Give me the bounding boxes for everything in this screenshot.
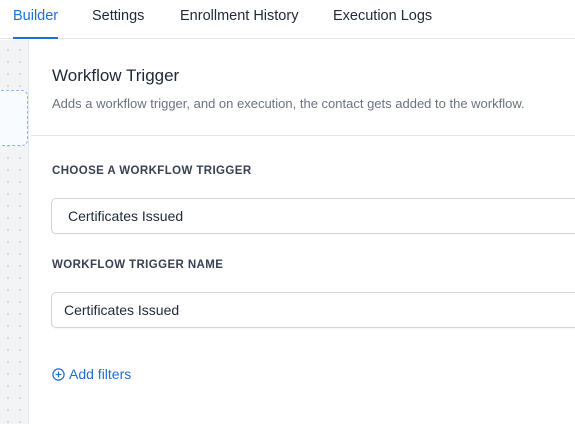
- trigger-name-label: WORKFLOW TRIGGER NAME: [52, 259, 224, 271]
- add-filters-button[interactable]: Add filters: [52, 365, 131, 383]
- workflow-node-selected[interactable]: [0, 90, 28, 146]
- trigger-name-input[interactable]: Certificates Issued: [51, 292, 575, 328]
- active-tab-indicator: [13, 37, 58, 39]
- top-tab-bar: Builder Settings Enrollment History Exec…: [0, 0, 575, 39]
- trigger-settings-panel: Workflow Trigger Adds a workflow trigger…: [30, 40, 575, 424]
- trigger-select-value: Certificates Issued: [68, 208, 184, 224]
- panel-title: Workflow Trigger: [52, 66, 180, 85]
- workflow-canvas[interactable]: [0, 40, 29, 424]
- panel-description: Adds a workflow trigger, and on executio…: [52, 96, 525, 111]
- trigger-select[interactable]: Certificates Issued: [51, 198, 575, 234]
- tab-enrollment-history[interactable]: Enrollment History: [180, 8, 298, 24]
- tab-settings[interactable]: Settings: [92, 8, 144, 24]
- panel-header: Workflow Trigger Adds a workflow trigger…: [30, 40, 575, 136]
- tab-builder[interactable]: Builder: [13, 8, 58, 24]
- choose-trigger-label: CHOOSE A WORKFLOW TRIGGER: [52, 165, 252, 177]
- tab-execution-logs[interactable]: Execution Logs: [333, 8, 432, 24]
- trigger-name-value: Certificates Issued: [64, 302, 180, 318]
- plus-circle-icon: [52, 367, 65, 381]
- add-filters-label: Add filters: [69, 366, 132, 382]
